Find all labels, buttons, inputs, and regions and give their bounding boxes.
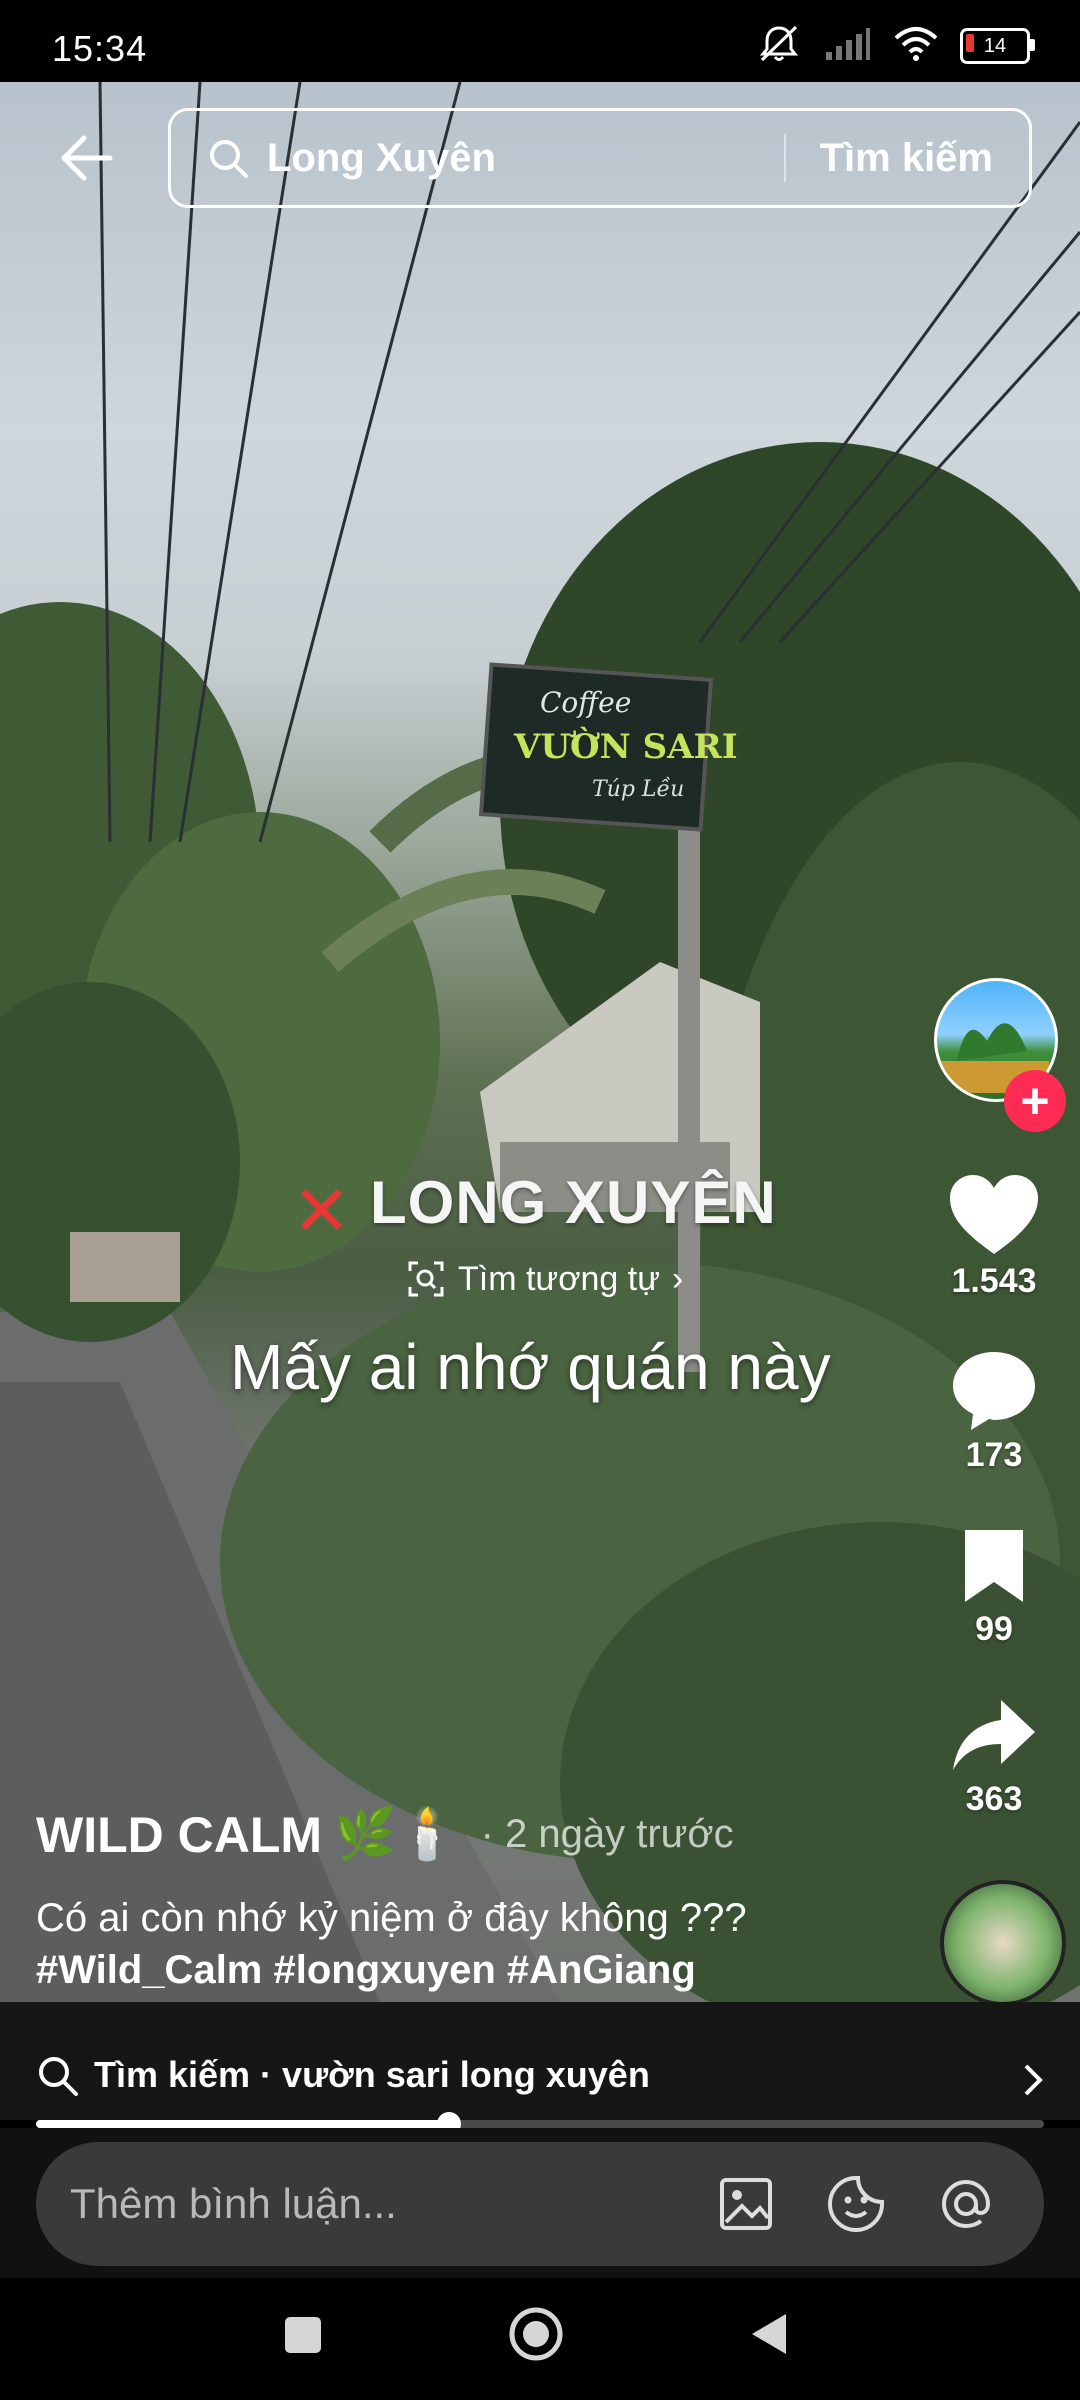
back-button[interactable] (56, 128, 116, 188)
chevron-right-icon: › (671, 1259, 684, 1298)
share-count: 363 (965, 1780, 1023, 1818)
wifi-icon (894, 26, 938, 67)
find-similar-button[interactable]: Tìm tương tự › (392, 1252, 697, 1306)
heart-icon (950, 1175, 1038, 1254)
search-suggestion-text[interactable]: Tìm kiếm · vườn sari long xuyên (94, 2054, 650, 2096)
chevron-right-icon (1024, 2064, 1043, 2096)
follow-button[interactable]: + (1004, 1070, 1066, 1132)
video-caption: Mấy ai nhớ quán này (230, 1331, 831, 1403)
arrow-left-icon (61, 135, 113, 181)
like-button[interactable]: 1.543 (924, 1172, 1064, 1301)
search-input[interactable]: Long Xuyên (267, 136, 784, 181)
share-button[interactable]: 363 (924, 1696, 1064, 1819)
recent-apps-icon[interactable] (282, 2314, 324, 2356)
post-time: · 2 ngày trước (480, 1812, 734, 1856)
bookmark-icon (965, 1530, 1023, 1602)
share-icon (953, 1700, 1035, 1770)
back-nav-icon[interactable] (748, 2310, 790, 2358)
comment-icon (953, 1352, 1035, 1430)
author-row[interactable]: WILD CALM 🌿🕯️ · 2 ngày trước (36, 1805, 734, 1864)
comment-placeholder[interactable]: Thêm bình luận... (70, 2180, 714, 2228)
search-bar[interactable]: Long Xuyên Tìm kiếm (168, 108, 1032, 208)
video-overlay-title: LONG XUYÊN (370, 1169, 777, 1236)
search-icon (39, 2057, 78, 2096)
comment-button[interactable]: 173 (924, 1348, 1064, 1475)
search-button[interactable]: Tìm kiếm (786, 136, 1029, 181)
post-description: Có ai còn nhớ kỷ niệm ở đây không ??? (36, 1896, 747, 1940)
music-disc[interactable] (940, 1880, 1066, 2006)
svg-text:Túp Lều: Túp Lều (592, 776, 684, 802)
like-count: 1.543 (951, 1262, 1037, 1300)
author-name[interactable]: WILD CALM (36, 1806, 322, 1864)
battery-icon: 14 (960, 28, 1035, 64)
comment-count: 173 (965, 1436, 1023, 1474)
mute-icon (756, 24, 802, 69)
status-time: 15:34 (52, 28, 148, 69)
video-frame: Coffee VƯỜN SARI Túp Lều (0, 82, 1080, 2002)
signal-icon (824, 26, 872, 67)
post-hashtags[interactable]: #Wild_Calm #longxuyen #AnGiang (36, 1948, 696, 1993)
close-mark-icon: ✕ (292, 1172, 351, 1250)
comment-input[interactable]: Thêm bình luận... (36, 2142, 1044, 2266)
svg-text:Coffee: Coffee (540, 686, 631, 719)
video-player[interactable]: Coffee VƯỜN SARI Túp Lều (0, 82, 1080, 2002)
image-icon[interactable] (714, 2172, 778, 2236)
video-progress-fill (36, 2120, 450, 2128)
scan-search-icon (408, 1261, 444, 1297)
search-icon (210, 140, 248, 178)
home-icon[interactable] (508, 2306, 564, 2362)
mention-icon[interactable] (934, 2172, 998, 2236)
save-count: 99 (975, 1610, 1013, 1648)
find-similar-label: Tìm tương tự (458, 1259, 660, 1298)
svg-text:VƯỜN SARI: VƯỜN SARI (513, 726, 738, 767)
author-emoji: 🌿🕯️ (334, 1806, 459, 1862)
status-icons: 14 (756, 24, 1035, 69)
battery-level: 14 (983, 34, 1007, 57)
save-button[interactable]: 99 (924, 1526, 1064, 1649)
sticker-icon[interactable] (824, 2172, 888, 2236)
